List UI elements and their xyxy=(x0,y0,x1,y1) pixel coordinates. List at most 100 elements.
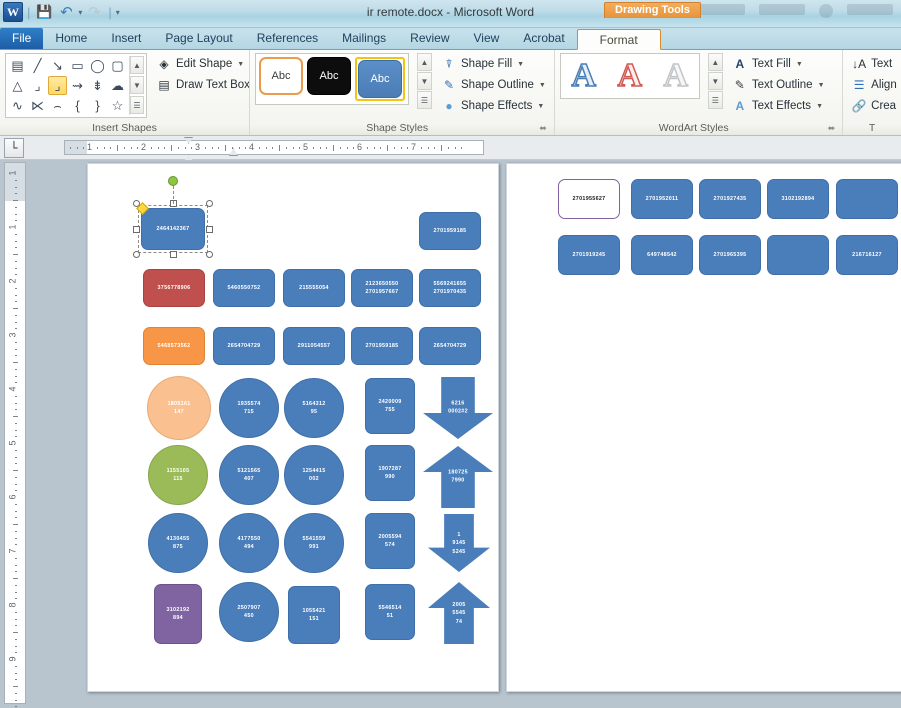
wordart-scroll-up-button[interactable]: ▲ xyxy=(707,53,723,71)
document-shape[interactable]: 4130455 875 xyxy=(148,513,208,573)
document-shape[interactable]: 2123650550 2701957667 xyxy=(351,269,413,307)
wordart-scroll-down-button[interactable]: ▼ xyxy=(707,72,723,90)
down-arrow-icon[interactable]: ⇟ xyxy=(88,76,107,95)
text-effects-button[interactable]: A Text Effects ▼ xyxy=(729,97,828,115)
rounded-rect-icon[interactable]: ▢ xyxy=(108,56,127,75)
wordart-dialog-launcher-icon[interactable]: ⬌ xyxy=(828,121,836,135)
shape-effects-button[interactable]: ● Shape Effects ▼ xyxy=(438,97,549,115)
document-shape[interactable] xyxy=(767,235,829,275)
shape-outline-button[interactable]: ✎ Shape Outline ▼ xyxy=(438,76,549,94)
left-brace-icon[interactable]: { xyxy=(68,96,87,115)
document-page-1[interactable]: 2701959185 3756778906 5460550752 215555054 2… xyxy=(87,163,499,692)
freeform-icon[interactable]: ∿ xyxy=(8,96,27,115)
document-shape[interactable]: 1254415 002 xyxy=(284,445,344,505)
document-shape[interactable]: 2911054557 xyxy=(283,327,345,365)
shape-styles-gallery[interactable]: Abc Abc Abc xyxy=(255,53,409,105)
line-icon[interactable]: ╱ xyxy=(28,56,47,75)
line-arrow-icon[interactable]: ↘ xyxy=(48,56,67,75)
document-shape[interactable]: 649748542 xyxy=(631,235,693,275)
document-shape[interactable]: 5546514 51 xyxy=(365,584,415,640)
wordart-thumb-blue[interactable]: A xyxy=(564,56,604,95)
document-shape[interactable]: 2701955627 xyxy=(558,179,620,219)
document-shape[interactable]: 3756778906 xyxy=(143,269,205,307)
selection-handle-top-right[interactable] xyxy=(206,200,213,207)
document-shape[interactable]: 2005594 574 xyxy=(365,513,415,569)
arrow-up-shape[interactable]: 6216 0002#2 xyxy=(423,377,493,439)
star-icon[interactable]: ☆ xyxy=(108,96,127,115)
shape-style-thumb-blue-selected[interactable]: Abc xyxy=(358,60,402,98)
document-shape[interactable]: 4177550 494 xyxy=(219,513,279,573)
curve-icon[interactable]: ⋉ xyxy=(28,96,47,115)
gallery-scroll-down-button[interactable]: ▼ xyxy=(130,76,144,94)
tab-view[interactable]: View xyxy=(462,28,512,49)
text-outline-button[interactable]: ✎ Text Outline ▼ xyxy=(729,76,828,94)
tab-mailings[interactable]: Mailings xyxy=(330,28,398,49)
vertical-ruler[interactable]: 1 1 2 3 4 5 6 7 8 9 xyxy=(4,162,26,708)
shape-styles-more-button[interactable]: ☰ xyxy=(417,91,432,109)
document-shape[interactable]: 216716127 xyxy=(836,235,898,275)
shape-style-thumb-outline[interactable]: Abc xyxy=(259,57,303,95)
document-page-2[interactable]: 2701955627 2701952011 2701927435 3102192894… xyxy=(506,163,901,692)
gallery-scroll-up-button[interactable]: ▲ xyxy=(130,56,144,74)
document-shape[interactable]: 2701965395 xyxy=(699,235,761,275)
document-shape[interactable]: 1935574 715 xyxy=(219,378,279,438)
tab-insert[interactable]: Insert xyxy=(99,28,153,49)
rectangle-icon[interactable]: ▭ xyxy=(68,56,87,75)
document-shape[interactable]: 1907287 990 xyxy=(365,445,415,501)
draw-text-box-button[interactable]: ▤ Draw Text Box xyxy=(153,76,253,94)
arrow-up-shape[interactable]: 1 9145 5245 xyxy=(428,514,490,572)
document-shape[interactable] xyxy=(836,179,898,219)
selection-handle-bottom-center[interactable] xyxy=(169,251,177,258)
shape-fill-button[interactable]: ⍒ Shape Fill ▼ xyxy=(438,55,549,73)
right-arrow-icon[interactable]: ⇝ xyxy=(68,76,87,95)
tab-review[interactable]: Review xyxy=(398,28,461,49)
document-shape[interactable]: 2654704729 xyxy=(213,327,275,365)
shape-styles-scroll-up-button[interactable]: ▲ xyxy=(417,53,432,71)
shapes-gallery[interactable]: ▤ ╱ ↘ ▭ ◯ ▢ △ ⌟ ⌟ ⇝ ⇟ ☁ ∿ ⋉ ⌢ {} ☆ ▲ ▼ … xyxy=(5,53,147,118)
wordart-styles-gallery[interactable]: A A A xyxy=(559,53,700,99)
document-shape[interactable]: 2701952011 xyxy=(631,179,693,219)
text-fill-button[interactable]: A Text Fill ▼ xyxy=(729,55,828,73)
selection-handle-middle-left[interactable] xyxy=(133,225,140,233)
document-shape[interactable]: 2701927435 xyxy=(699,179,761,219)
tab-home[interactable]: Home xyxy=(43,28,99,49)
align-text-button[interactable]: ☰ Align xyxy=(848,76,900,94)
document-shape[interactable]: 1055421 151 xyxy=(288,586,340,644)
document-shape[interactable]: 215555054 xyxy=(283,269,345,307)
wordart-more-button[interactable]: ☰ xyxy=(707,91,723,109)
arrow-down-shape[interactable]: 2005 5545 74 xyxy=(428,582,490,644)
document-shape[interactable]: 5468573562 xyxy=(143,327,205,365)
wordart-thumb-gray[interactable]: A xyxy=(656,56,696,95)
document-shape[interactable]: 2701959185 xyxy=(419,212,481,250)
shape-styles-scroll-down-button[interactable]: ▼ xyxy=(417,72,432,90)
shape-style-thumb-black[interactable]: Abc xyxy=(307,57,351,95)
document-shape[interactable]: 5460550752 xyxy=(213,269,275,307)
arrow-down-shape[interactable]: 180725 7990 xyxy=(423,446,493,508)
document-shape[interactable]: 5541559 991 xyxy=(284,513,344,573)
tab-format[interactable]: Format xyxy=(576,29,661,50)
rotation-handle[interactable] xyxy=(168,176,178,186)
tab-references[interactable]: References xyxy=(245,28,330,49)
document-shape[interactable]: 3102192894 xyxy=(767,179,829,219)
document-shape[interactable]: 2701959185 xyxy=(351,327,413,365)
selected-shape-group[interactable]: 2464142367 xyxy=(133,176,213,258)
document-shape[interactable]: 2507907 450 xyxy=(219,582,279,642)
document-shape[interactable]: 1805161 147 xyxy=(147,376,211,440)
triangle-icon[interactable]: △ xyxy=(8,76,27,95)
selection-handle-bottom-right[interactable] xyxy=(206,251,213,258)
document-shape[interactable]: 5164312 95 xyxy=(284,378,344,438)
selection-handle-bottom-left[interactable] xyxy=(133,251,140,258)
document-shape[interactable]: 3102192894 xyxy=(154,584,202,644)
create-link-button[interactable]: 🔗 Crea xyxy=(848,97,900,115)
tab-page-layout[interactable]: Page Layout xyxy=(153,28,244,49)
tab-acrobat[interactable]: Acrobat xyxy=(511,28,576,49)
document-shape[interactable]: 5569241655 2701970435 xyxy=(419,269,481,307)
cloud-icon[interactable]: ☁ xyxy=(108,76,127,95)
wordart-thumb-red[interactable]: A xyxy=(610,56,650,95)
elbow-arrow-connector-icon[interactable]: ⌟ xyxy=(48,76,67,95)
edit-shape-button[interactable]: ◈ Edit Shape ▼ xyxy=(153,55,253,73)
tab-file[interactable]: File xyxy=(0,28,44,49)
document-shape[interactable]: 5121565 407 xyxy=(219,445,279,505)
horizontal-ruler[interactable]: 1 2 3 4 5 6 7 xyxy=(64,137,484,166)
document-shape[interactable]: 1155105 115 xyxy=(148,445,208,505)
